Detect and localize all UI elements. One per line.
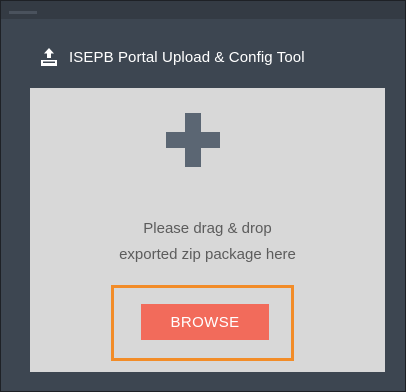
panel-top-notch	[9, 11, 37, 14]
upload-panel: ISEPB Portal Upload & Config Tool Please…	[0, 0, 406, 392]
drop-zone[interactable]: Please drag & drop exported zip package …	[30, 88, 385, 372]
drop-instruction-line1: Please drag & drop	[143, 220, 272, 237]
plus-icon	[166, 113, 220, 167]
drop-instruction-line2: exported zip package here	[119, 246, 296, 263]
panel-header: ISEPB Portal Upload & Config Tool	[39, 45, 305, 69]
panel-title: ISEPB Portal Upload & Config Tool	[69, 48, 305, 66]
upload-tray-icon	[41, 48, 57, 66]
panel-top-strip	[1, 1, 405, 19]
browse-button[interactable]: BROWSE	[141, 304, 269, 340]
